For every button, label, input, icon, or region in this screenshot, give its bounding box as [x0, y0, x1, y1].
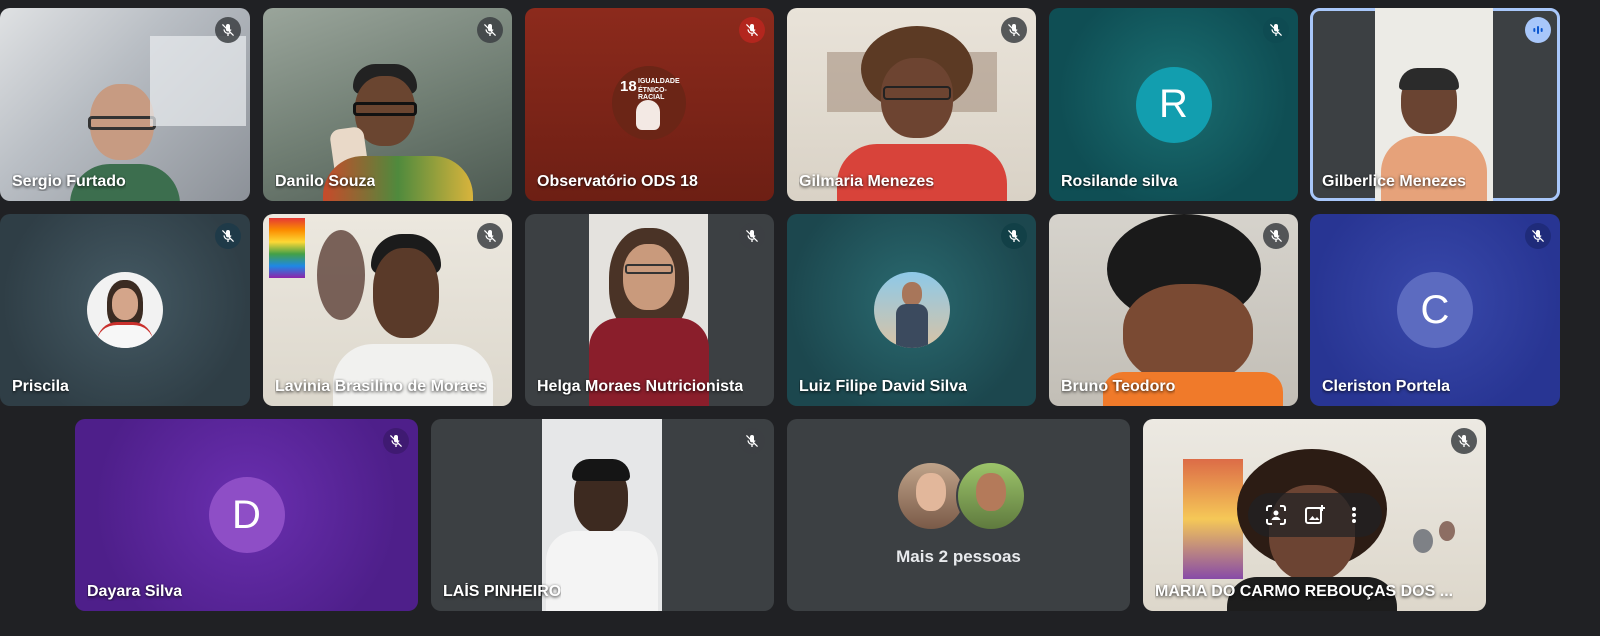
avatar	[87, 272, 163, 348]
avatar: C	[1397, 272, 1473, 348]
participant-tile-cleriston[interactable]: C Cleriston Portela	[1310, 214, 1560, 406]
mic-off-icon	[215, 17, 241, 43]
mic-off-icon	[1525, 223, 1551, 249]
mic-off-icon	[383, 428, 409, 454]
avatar	[956, 461, 1026, 531]
mic-off-icon	[1001, 223, 1027, 249]
participant-tile-danilo[interactable]: Danilo Souza	[263, 8, 512, 201]
participant-tile-dayara[interactable]: D Dayara Silva	[75, 419, 418, 611]
participant-name: Rosilande silva	[1061, 173, 1178, 190]
participant-name: Gilberlice Menezes	[1322, 173, 1467, 190]
participant-tile-lais[interactable]: LAÍS PINHEIRO	[431, 419, 774, 611]
more-participants-label: Mais 2 pessoas	[896, 547, 1021, 566]
mic-off-icon	[477, 223, 503, 249]
logo-text: ÉTNICO-RACIAL	[638, 87, 667, 101]
mic-off-icon	[215, 223, 241, 249]
participant-name: Luiz Filipe David Silva	[799, 378, 968, 395]
participant-tile-priscila[interactable]: Priscila	[0, 214, 250, 406]
tile-hover-controls	[1248, 493, 1382, 537]
avatar: R	[1135, 66, 1212, 143]
avatar	[873, 272, 950, 348]
participant-tile-bruno[interactable]: Bruno Teodoro	[1049, 214, 1298, 406]
participant-tile-gilberlice[interactable]: Gilberlice Menezes	[1310, 8, 1560, 201]
participant-tile-rosilande[interactable]: R Rosilande silva	[1049, 8, 1298, 201]
mic-off-icon	[739, 428, 765, 454]
mic-off-icon	[739, 17, 765, 43]
participant-tile-lavinia[interactable]: Lavinia Brasilino de Moraes	[263, 214, 512, 406]
participant-name: Sergio Furtado	[12, 173, 126, 190]
participant-name: Dayara Silva	[87, 583, 183, 600]
participant-tile-observatorio[interactable]: 18 IGUALDADE ÉTNICO-RACIAL Observatório …	[525, 8, 774, 201]
participant-name: Cleriston Portela	[1322, 378, 1451, 395]
logo-text: IGUALDADE	[638, 78, 680, 85]
participant-name: Observatório ODS 18	[537, 173, 698, 190]
participant-tile-sergio[interactable]: Sergio Furtado	[0, 8, 250, 201]
participant-name: Priscila	[12, 378, 69, 395]
participant-tile-gilmaria[interactable]: Gilmaria Menezes	[787, 8, 1036, 201]
mic-off-icon	[1451, 428, 1477, 454]
participant-name: Gilmaria Menezes	[799, 173, 935, 190]
participant-name: Danilo Souza	[275, 173, 376, 190]
audio-level-icon	[1525, 17, 1551, 43]
mic-off-icon	[477, 17, 503, 43]
mic-off-icon	[1263, 17, 1289, 43]
silhouette-icon	[636, 100, 660, 130]
participant-tile-helga[interactable]: Helga Moraes Nutricionista	[525, 214, 774, 406]
participant-name: Lavinia Brasilino de Moraes	[275, 378, 487, 395]
participant-name: Helga Moraes Nutricionista	[537, 378, 744, 395]
mic-off-icon	[739, 223, 765, 249]
frame-person-icon[interactable]	[1261, 500, 1291, 530]
ods-18-logo: 18 IGUALDADE ÉTNICO-RACIAL	[612, 66, 686, 140]
more-vert-icon[interactable]	[1339, 500, 1369, 530]
avatar: D	[208, 477, 285, 553]
add-photo-icon[interactable]	[1300, 500, 1330, 530]
mic-off-icon	[1001, 17, 1027, 43]
logo-number: 18	[620, 78, 637, 95]
participant-tile-luiz[interactable]: Luiz Filipe David Silva	[787, 214, 1036, 406]
participant-name: LAÍS PINHEIRO	[443, 583, 562, 600]
participant-name: Bruno Teodoro	[1061, 378, 1176, 395]
more-participants-tile[interactable]: Mais 2 pessoas	[787, 419, 1130, 611]
participant-name: MARIA DO CARMO REBOUÇAS DOS ...	[1155, 583, 1454, 600]
mic-off-icon	[1263, 223, 1289, 249]
